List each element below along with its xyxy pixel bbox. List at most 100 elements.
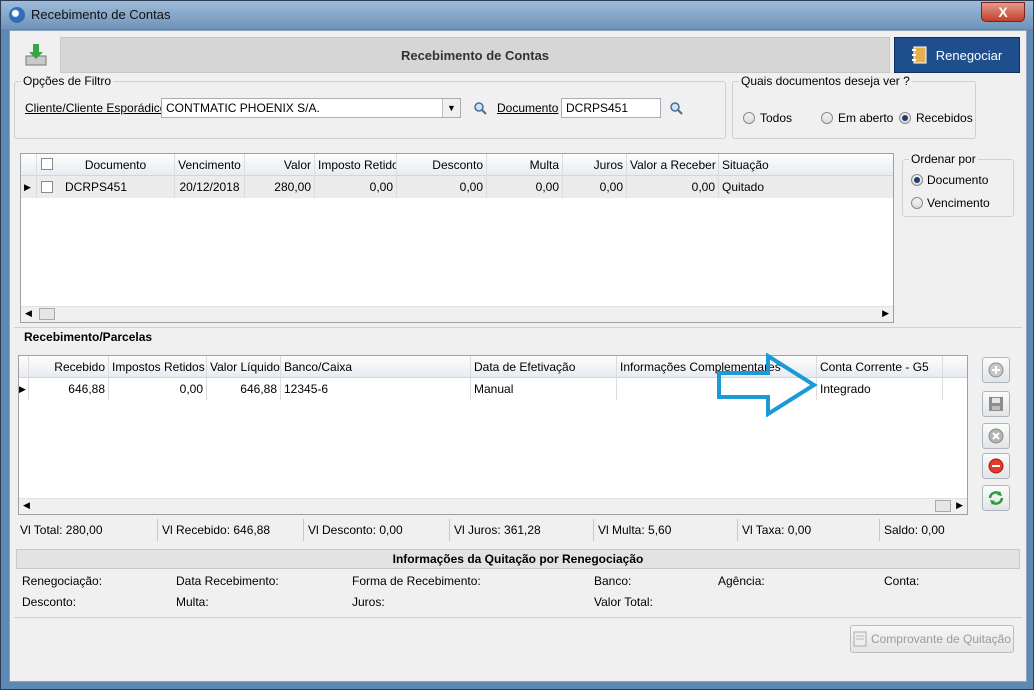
cell-banco-caixa: 12345-6 <box>281 378 471 400</box>
cliente-value: CONTMATIC PHOENIX S/A. <box>166 101 320 115</box>
col-conta-corrente[interactable]: Conta Corrente - G5 <box>817 356 943 378</box>
scroll-thumb[interactable] <box>39 308 55 320</box>
total-vl-recebido: Vl Recebido: 646,88 <box>158 519 304 541</box>
col-valor-a-receber[interactable]: Valor a Receber <box>627 154 719 176</box>
cell-data-efetivacao: Manual <box>471 378 617 400</box>
total-vl-juros: Vl Juros: 361,28 <box>450 519 594 541</box>
document-icon <box>853 631 867 647</box>
total-vl-total: Vl Total: 280,00 <box>16 519 158 541</box>
scroll-thumb[interactable] <box>935 500 951 512</box>
plus-icon <box>988 362 1004 378</box>
cell-valor-a-receber: 0,00 <box>627 176 719 198</box>
refresh-icon <box>988 491 1004 505</box>
radio-em-aberto-label: Em aberto <box>838 111 894 125</box>
cell-documento: DCRPS451 <box>57 176 175 198</box>
label-valor-total: Valor Total: <box>594 595 653 609</box>
col-juros[interactable]: Juros <box>563 154 627 176</box>
col-multa[interactable]: Multa <box>487 154 563 176</box>
remove-parcela-button[interactable] <box>982 453 1010 479</box>
col-impostos-retidos[interactable]: Impostos Retidos <box>109 356 207 378</box>
window-title: Recebimento de Contas <box>31 7 171 22</box>
table-row[interactable]: ▶ DCRPS451 20/12/2018 280,00 0,00 0,00 0… <box>21 176 893 198</box>
col-imposto-retido[interactable]: Imposto Retido <box>315 154 397 176</box>
close-button[interactable]: X <box>981 2 1025 22</box>
refresh-parcela-button[interactable] <box>982 485 1010 511</box>
radio-ordenar-documento[interactable] <box>911 174 923 186</box>
scroll-left-icon[interactable]: ◀ <box>23 500 30 511</box>
total-vl-multa: Vl Multa: 5,60 <box>594 519 738 541</box>
col-recebido[interactable]: Recebido <box>29 356 109 378</box>
horizontal-scrollbar[interactable]: ◀ ▶ <box>19 498 967 514</box>
comprovante-button[interactable]: Comprovante de Quitação <box>850 625 1014 653</box>
cell-vencimento: 20/12/2018 <box>175 176 245 198</box>
col-valor-liquido[interactable]: Valor Líquido <box>207 356 281 378</box>
cell-imposto-retido: 0,00 <box>315 176 397 198</box>
radio-todos[interactable] <box>743 112 755 124</box>
cell-impostos-retidos: 0,00 <box>109 378 207 400</box>
label-desconto: Desconto: <box>22 595 77 609</box>
col-data-efetivacao[interactable]: Data de Efetivação <box>471 356 617 378</box>
cell-desconto: 0,00 <box>397 176 487 198</box>
label-banco: Banco: <box>594 574 632 588</box>
row-pointer-icon: ▶ <box>21 176 37 198</box>
cell-valor-liquido: 646,88 <box>207 378 281 400</box>
documento-input[interactable]: DCRPS451 <box>561 98 661 118</box>
radio-ordenar-vencimento[interactable] <box>911 197 923 209</box>
col-situacao[interactable]: Situação <box>719 154 893 176</box>
select-all-checkbox[interactable] <box>41 158 53 170</box>
total-saldo: Saldo: 0,00 <box>884 523 945 537</box>
cell-multa: 0,00 <box>487 176 563 198</box>
radio-em-aberto[interactable] <box>821 112 833 124</box>
col-vencimento[interactable]: Vencimento <box>175 154 245 176</box>
cancel-parcela-button[interactable] <box>982 423 1010 449</box>
search-icon[interactable] <box>669 101 683 115</box>
radio-ordenar-vencimento-label: Vencimento <box>927 196 990 210</box>
radio-recebidos[interactable] <box>899 112 911 124</box>
total-vl-desconto: Vl Desconto: 0,00 <box>304 519 450 541</box>
label-data-recebimento: Data Recebimento: <box>176 574 279 588</box>
cell-situacao: Quitado <box>722 180 765 194</box>
contas-table: Documento Vencimento Valor Imposto Retid… <box>20 153 894 323</box>
comprovante-label: Comprovante de Quitação <box>870 632 1012 646</box>
annotation-arrow-icon <box>717 353 818 417</box>
col-documento[interactable]: Documento <box>57 154 175 176</box>
docs-group: Quais documentos deseja ver ? Todos Em a… <box>732 74 976 139</box>
radio-todos-label: Todos <box>760 111 793 125</box>
scroll-right-icon[interactable]: ▶ <box>882 308 889 319</box>
cliente-select[interactable]: CONTMATIC PHOENIX S/A. ▼ <box>161 98 461 118</box>
parcelas-section-label: Recebimento/Parcelas <box>24 330 153 344</box>
search-icon[interactable] <box>473 101 487 115</box>
app-icon <box>9 7 25 23</box>
client-area: Recebimento de Contas Renegociar Opções … <box>9 30 1027 682</box>
renegociar-button[interactable]: Renegociar <box>894 37 1020 73</box>
cell-recebido: 646,88 <box>29 378 109 400</box>
cell-juros: 0,00 <box>563 176 627 198</box>
save-parcela-button[interactable] <box>982 391 1010 417</box>
label-renegociacao: Renegociação: <box>22 574 103 588</box>
chevron-down-icon[interactable]: ▼ <box>442 99 460 117</box>
col-desconto[interactable]: Desconto <box>397 154 487 176</box>
filter-group-label: Opções de Filtro <box>21 74 114 88</box>
row-pointer-icon: ▶ <box>19 378 29 400</box>
notebook-icon <box>911 46 927 64</box>
label-agencia: Agência: <box>718 574 765 588</box>
scroll-right-icon[interactable]: ▶ <box>956 500 963 511</box>
horizontal-scrollbar[interactable]: ◀ ▶ <box>21 306 893 322</box>
ordenar-group-label: Ordenar por <box>909 152 978 166</box>
minus-icon <box>988 458 1004 474</box>
ordenar-group: Ordenar por Documento Vencimento <box>902 152 1014 217</box>
add-parcela-button[interactable] <box>982 357 1010 383</box>
quitacao-title: Informações da Quitação por Renegociação <box>16 549 1020 569</box>
label-juros: Juros: <box>352 595 385 609</box>
col-banco-caixa[interactable]: Banco/Caixa <box>281 356 471 378</box>
col-valor[interactable]: Valor <box>245 154 315 176</box>
table-row[interactable]: ▶ 646,88 0,00 646,88 12345-6 Manual Inte… <box>19 378 967 400</box>
row-checkbox[interactable] <box>41 181 53 193</box>
contas-table-header: Documento Vencimento Valor Imposto Retid… <box>21 154 893 176</box>
radio-recebidos-label: Recebidos <box>916 111 973 125</box>
header: Recebimento de Contas Renegociar <box>14 35 1022 75</box>
scroll-left-icon[interactable]: ◀ <box>25 308 32 319</box>
cancel-icon <box>988 428 1004 444</box>
renegociar-label: Renegociar <box>935 47 1003 63</box>
download-icon[interactable] <box>14 35 58 75</box>
